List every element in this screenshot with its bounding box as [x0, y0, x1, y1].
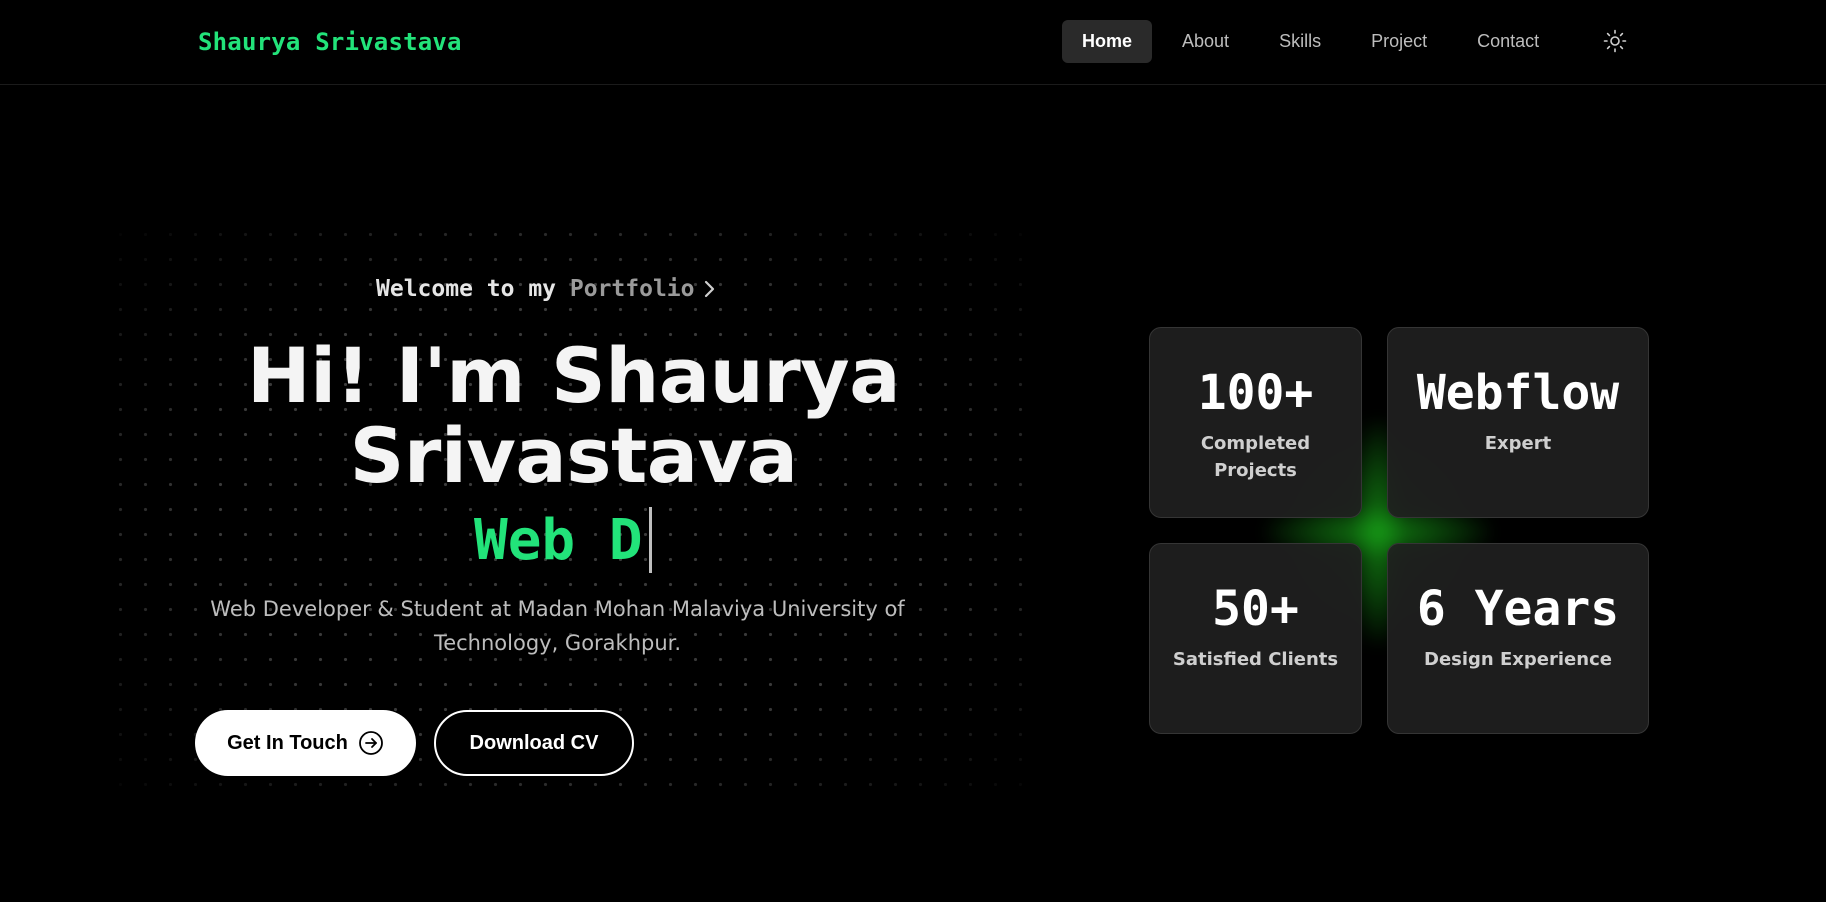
stat-value: 100+: [1197, 365, 1314, 421]
stat-label: Expert: [1484, 433, 1552, 454]
nav-skills[interactable]: Skills: [1259, 20, 1341, 63]
chevron-right-icon: [703, 278, 717, 300]
welcome-text: Welcome to my Portfolio: [376, 276, 717, 302]
main-nav: Home About Skills Project Contact: [1062, 20, 1569, 63]
download-cv-label: Download CV: [469, 731, 599, 754]
get-in-touch-button[interactable]: Get In Touch: [195, 710, 416, 776]
stat-card-projects: 100+ Completed Projects: [1149, 327, 1362, 518]
typed-role: Web D: [474, 507, 652, 573]
download-cv-button[interactable]: Download CV: [434, 710, 634, 776]
stat-value: 6 Years: [1416, 581, 1620, 637]
hero-tagline: Web Developer & Student at Madan Mohan M…: [210, 597, 905, 655]
typing-cursor: [648, 507, 652, 573]
brand-logo[interactable]: Shaurya Srivastava: [198, 28, 462, 56]
get-in-touch-label: Get In Touch: [227, 731, 348, 754]
stat-value: Webflow: [1416, 365, 1620, 421]
welcome-portfolio: Portfolio: [569, 276, 695, 302]
sun-icon: [1603, 29, 1627, 53]
stat-label: Completed Projects: [1200, 433, 1311, 481]
stat-label: Satisfied Clients: [1172, 649, 1339, 670]
theme-toggle-button[interactable]: [1600, 26, 1630, 56]
stat-card-clients: 50+ Satisfied Clients: [1149, 543, 1362, 734]
stat-card-webflow: Webflow Expert: [1387, 327, 1649, 518]
welcome-bold: Welcome to my: [376, 276, 570, 302]
site-header: Shaurya Srivastava Home About Skills Pro…: [0, 0, 1826, 85]
stat-card-experience: 6 Years Design Experience: [1387, 543, 1649, 734]
arrow-right-circle-icon: [358, 730, 384, 756]
stat-label: Design Experience: [1424, 649, 1612, 670]
stat-value: 50+: [1212, 581, 1299, 637]
nav-project[interactable]: Project: [1351, 20, 1447, 63]
nav-home[interactable]: Home: [1062, 20, 1153, 63]
nav-about[interactable]: About: [1162, 20, 1249, 63]
typed-text: Web D: [474, 507, 643, 573]
hero-title-line1: Hi! I'm Shaurya: [246, 331, 901, 420]
hero-title: Hi! I'm Shaurya Srivastava: [180, 336, 967, 496]
hero-title-line2: Srivastava: [349, 411, 798, 500]
nav-contact[interactable]: Contact: [1457, 20, 1559, 63]
